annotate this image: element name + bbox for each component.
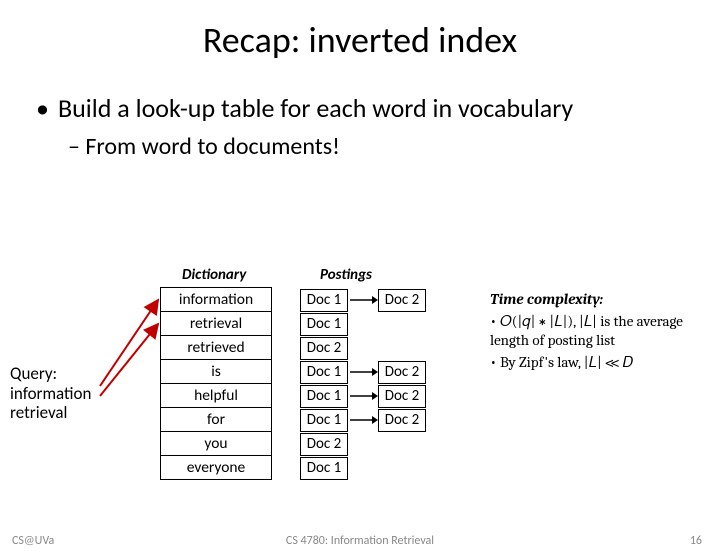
posting-cell: Doc 1 (300, 385, 348, 408)
notes-zipf: By Zipf's law, |𝐿| ≪ 𝐷 (490, 353, 712, 373)
posting-cell: Doc 1 (300, 289, 348, 312)
query-arrows-svg (90, 276, 170, 436)
query-line-3: retrieval (10, 402, 67, 423)
postings-row: Doc 1 (300, 313, 348, 336)
query-line-2: information (10, 383, 91, 404)
dict-cell: you (160, 431, 272, 456)
footer-course: CS 4780: Information Retrieval (0, 534, 720, 548)
postings-row: Doc 1 Doc 2 (300, 361, 426, 384)
dict-cell: everyone (160, 455, 272, 480)
notes-formula: 𝑂(|𝑞| ∗ |𝐿|), |𝐿| is the average length … (490, 312, 712, 351)
footer-page-number: 16 (690, 534, 702, 548)
postings-row: Doc 2 (300, 337, 348, 360)
slide-title: Recap: inverted index (0, 18, 720, 62)
dict-cell: retrieved (160, 335, 272, 360)
posting-cell: Doc 2 (378, 289, 426, 312)
posting-cell: Doc 2 (378, 361, 426, 384)
posting-cell: Doc 1 (300, 457, 348, 480)
posting-cell: Doc 1 (300, 409, 348, 432)
postings-row: Doc 1 Doc 2 (300, 385, 426, 408)
bullet-2-text: From word to documents! (85, 132, 340, 161)
postings-row: Doc 1 Doc 2 (300, 289, 426, 312)
dict-cell: retrieval (160, 311, 272, 336)
dict-cell: is (160, 359, 272, 384)
inverted-index-diagram: Query: information retrieval Dictionary … (0, 266, 720, 536)
arrow-right-icon (348, 385, 378, 408)
notes-heading: Time complexity: (490, 290, 603, 308)
postings-row: Doc 1 (300, 457, 348, 480)
bullet-list: •Build a look-up table for each word in … (36, 94, 720, 161)
posting-cell: Doc 2 (300, 433, 348, 456)
dict-cell: for (160, 407, 272, 432)
bullet-level-1: •Build a look-up table for each word in … (36, 94, 720, 124)
posting-cell: Doc 1 (300, 313, 348, 336)
arrow-right-icon (348, 361, 378, 384)
posting-cell: Doc 2 (300, 337, 348, 360)
dict-cell: helpful (160, 383, 272, 408)
time-complexity-notes: Time complexity: 𝑂(|𝑞| ∗ |𝐿|), |𝐿| is th… (490, 290, 712, 372)
posting-cell: Doc 1 (300, 361, 348, 384)
bullet-1-text: Build a look-up table for each word in v… (58, 94, 573, 124)
query-line-1: Query: (10, 363, 57, 384)
dictionary-column: information retrieval retrieved is helpf… (160, 288, 272, 480)
posting-cell: Doc 2 (378, 385, 426, 408)
arrow-right-icon (348, 409, 378, 432)
arrow-right-icon (348, 289, 378, 312)
bullet-level-2: – From word to documents! (68, 132, 720, 161)
postings-row: Doc 2 (300, 433, 348, 456)
postings-row: Doc 1 Doc 2 (300, 409, 426, 432)
postings-header: Postings (320, 266, 372, 284)
dictionary-header: Dictionary (182, 266, 246, 284)
dict-cell: information (160, 287, 272, 312)
posting-cell: Doc 2 (378, 409, 426, 432)
